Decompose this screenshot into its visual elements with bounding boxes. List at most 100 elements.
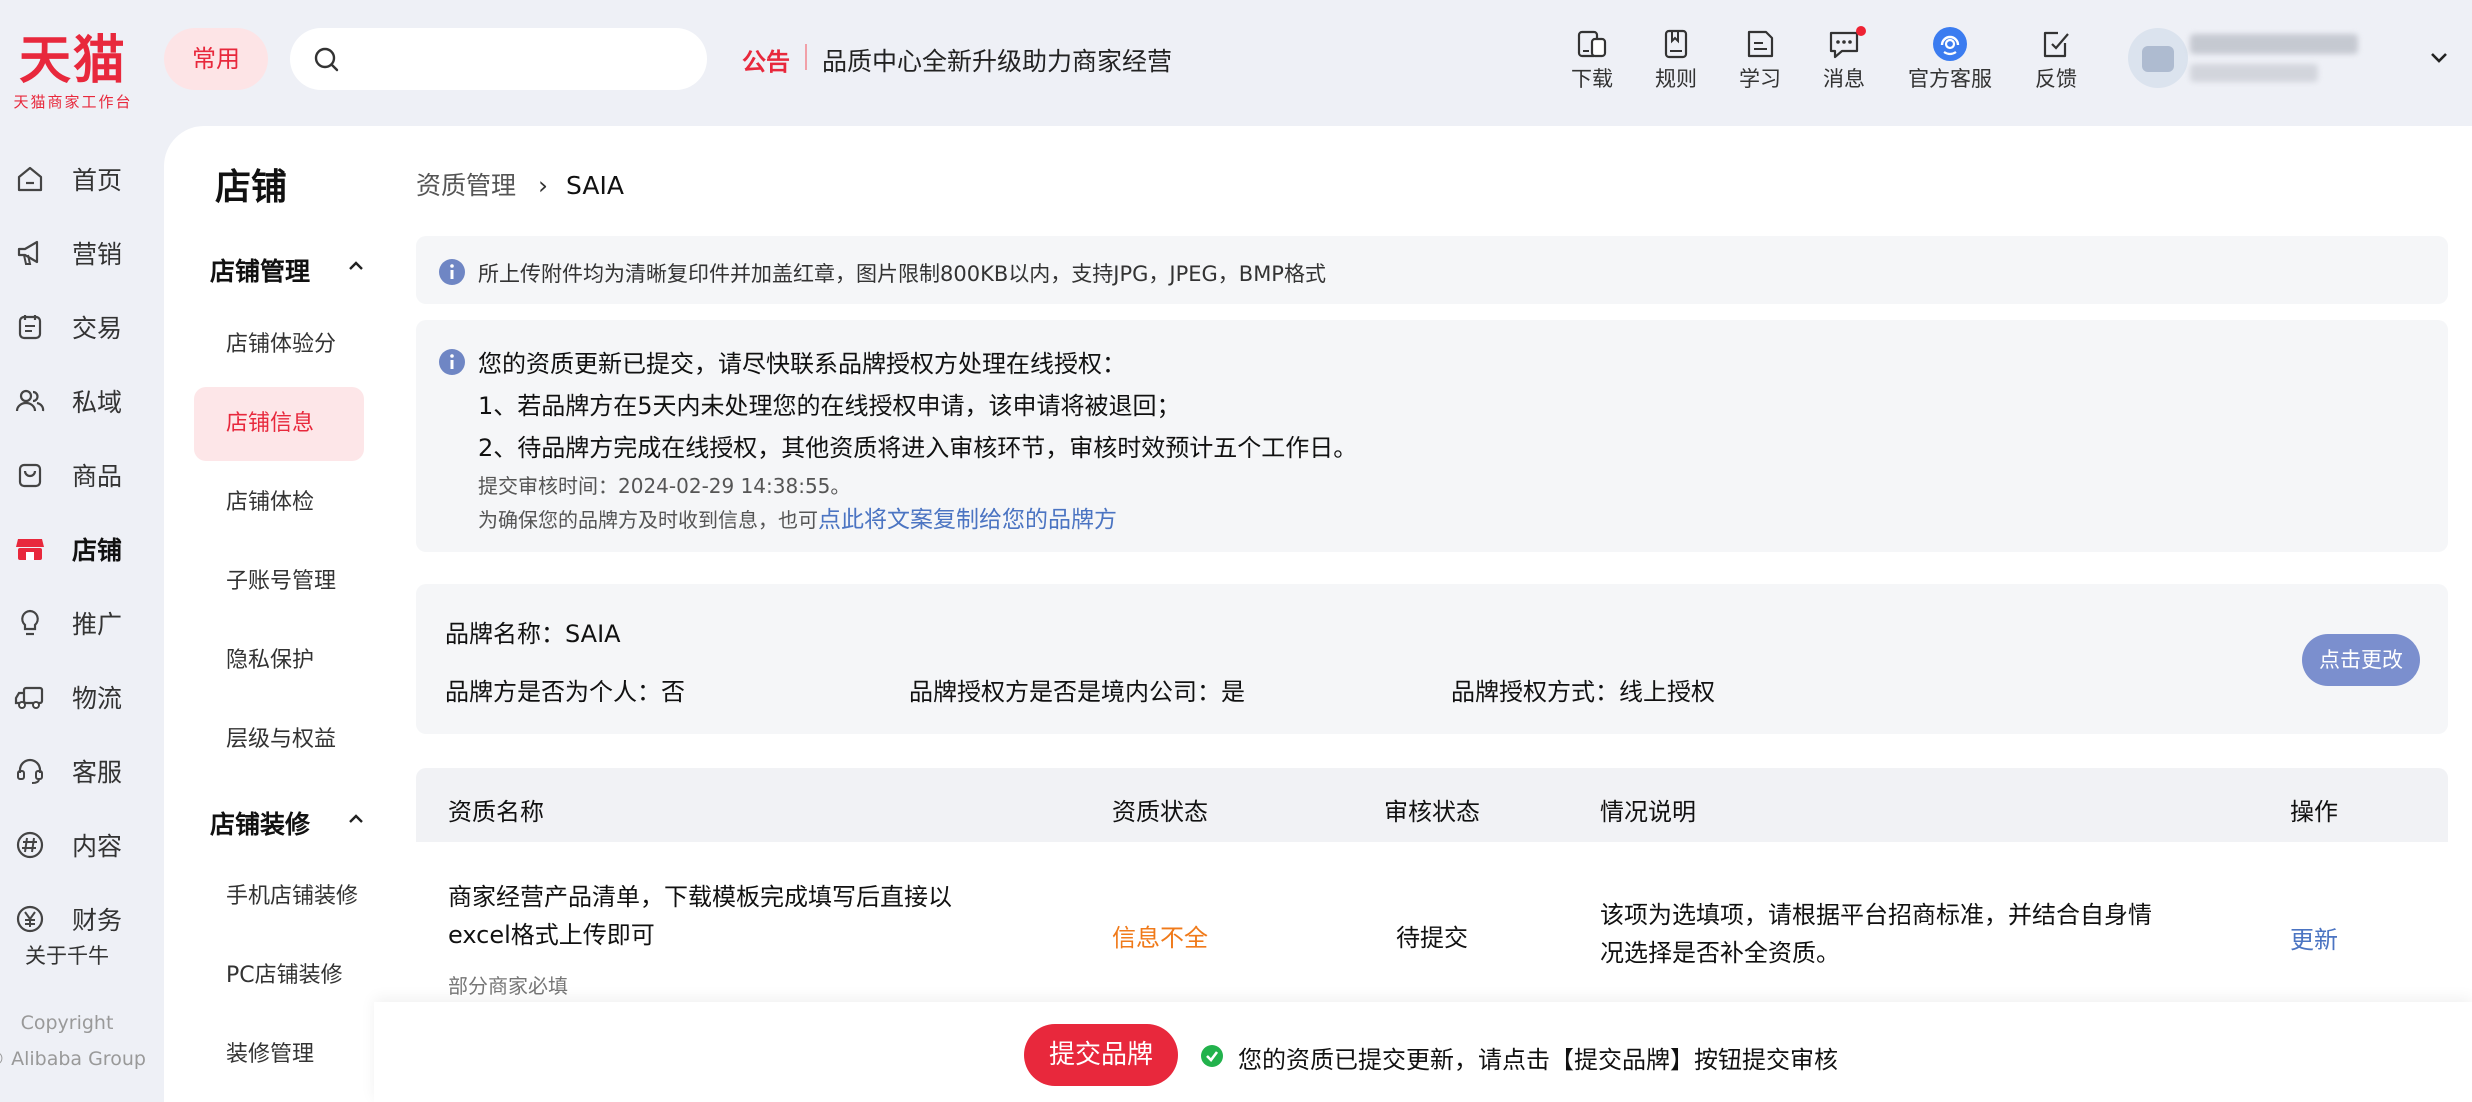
support-icon: [1933, 27, 1967, 61]
success-check-icon: [1201, 1045, 1223, 1067]
tmall-logo[interactable]: 天猫 天猫商家工作台: [6, 30, 140, 112]
tool-support[interactable]: 官方客服: [1904, 22, 1996, 102]
sub-item-privacy[interactable]: 隐私保护: [194, 624, 364, 698]
sub-item-experience-score[interactable]: 店铺体验分: [194, 308, 364, 382]
column-header: 情况说明: [1600, 798, 1696, 826]
brand-is-individual: 品牌方是否为个人：否: [445, 678, 685, 706]
tool-rules[interactable]: 规则: [1652, 22, 1700, 102]
column-header: 资质名称: [448, 798, 544, 826]
update-link[interactable]: 更新: [2290, 920, 2338, 955]
nav-item-home[interactable]: 首页: [0, 142, 164, 216]
group-label: 店铺管理: [210, 257, 311, 286]
tool-label: 消息: [1823, 67, 1865, 91]
nav-label: 商品: [72, 462, 123, 491]
notice-line-1: 1、若品牌方在5天内未处理您的在线授权申请，该申请将被退回；: [478, 392, 1181, 420]
hash-icon: [16, 831, 44, 859]
tool-label: 反馈: [2035, 67, 2077, 91]
notice-text[interactable]: 品质中心全新升级助力商家经营: [822, 42, 1172, 78]
common-button[interactable]: 常用: [164, 28, 268, 90]
nav-label: 客服: [72, 758, 123, 787]
sub-item-levels[interactable]: 层级与权益: [194, 703, 364, 777]
feedback-icon: [2043, 31, 2069, 58]
nav-label: 营销: [72, 240, 123, 269]
nav-label: 内容: [72, 832, 123, 861]
change-brand-button[interactable]: 点击更改: [2302, 634, 2420, 686]
copy-to-brand-link[interactable]: 点此将文案复制给您的品牌方: [818, 507, 1117, 533]
tool-label: 官方客服: [1908, 67, 1992, 91]
breadcrumb: 资质管理 › SAIA: [416, 166, 624, 202]
chevron-up-icon: [349, 261, 363, 270]
nav-label: 店铺: [72, 536, 123, 565]
trade-icon: [18, 315, 42, 340]
store-icon: [16, 539, 44, 560]
tool-learn[interactable]: 学习: [1736, 22, 1784, 102]
notice-heading: 您的资质更新已提交，请尽快联系品牌授权方处理在线授权：: [478, 350, 1126, 378]
nav-item-trade[interactable]: 交易: [0, 290, 164, 364]
nav-item-store[interactable]: 店铺: [0, 512, 164, 586]
nav-item-private[interactable]: 私域: [0, 364, 164, 438]
rules-icon: [1664, 29, 1688, 59]
sub-item-store-info[interactable]: 店铺信息: [194, 387, 364, 461]
nav-item-content[interactable]: 内容: [0, 808, 164, 882]
bag-icon: [18, 463, 42, 488]
situation-description: 该项为选填项，请根据平台招商标准，并结合自身情况选择是否补全资质。: [1600, 901, 2152, 967]
notice-hint: 为确保您的品牌方及时收到信息，也可点此将文案复制给您的品牌方: [478, 500, 1117, 534]
truck-icon: [14, 686, 44, 709]
qualification-status: 信息不全: [1112, 924, 1208, 952]
nav-item-goods[interactable]: 商品: [0, 438, 164, 512]
section-title: 店铺: [215, 167, 288, 208]
group-label: 店铺装修: [210, 810, 311, 839]
sub-item-store-check[interactable]: 店铺体检: [194, 466, 364, 540]
column-header: 操作: [2290, 798, 2338, 826]
group-store-decoration[interactable]: 店铺装修: [210, 805, 370, 841]
bulb-icon: [21, 609, 39, 636]
unread-badge: [1856, 26, 1866, 36]
breadcrumb-parent[interactable]: 资质管理: [416, 171, 516, 200]
avatar[interactable]: [2128, 28, 2188, 88]
megaphone-icon: [17, 240, 39, 265]
sub-item-decoration-manage[interactable]: 装修管理: [194, 1018, 364, 1092]
about-link[interactable]: 关于千牛: [0, 940, 134, 970]
submit-brand-button[interactable]: 提交品牌: [1024, 1024, 1178, 1086]
hint-prefix: 为确保您的品牌方及时收到信息，也可: [478, 508, 818, 532]
search-input[interactable]: [290, 28, 707, 90]
nav-item-marketing[interactable]: 营销: [0, 216, 164, 290]
submission-notice: 您的资质更新已提交，请尽快联系品牌授权方处理在线授权： 1、若品牌方在5天内未处…: [416, 320, 2448, 552]
breadcrumb-separator: ›: [538, 171, 549, 200]
qualification-name: 商家经营产品清单，下载模板完成填写后直接以excel格式上传即可: [448, 883, 952, 949]
user-info-blurred[interactable]: [2190, 28, 2370, 88]
chevron-down-icon[interactable]: [2428, 46, 2450, 68]
upload-tip-text: 所上传附件均为清晰复印件并加盖红章，图片限制800KB以内，支持JPG，JPEG…: [478, 262, 1326, 286]
column-header: 审核状态: [1384, 798, 1480, 826]
people-icon: [15, 389, 45, 412]
review-status: 待提交: [1396, 924, 1468, 952]
notice-label: 公告: [742, 48, 790, 76]
tool-message[interactable]: 消息: [1820, 22, 1868, 102]
logo-title: 天猫: [18, 31, 127, 91]
sub-item-mobile-decoration[interactable]: 手机店铺装修: [194, 860, 364, 934]
breadcrumb-current: SAIA: [566, 171, 624, 200]
nav-label: 交易: [72, 314, 123, 343]
brand-info-card: 品牌名称：SAIA 品牌方是否为个人：否 品牌授权方是否是境内公司：是 品牌授权…: [416, 584, 2448, 734]
info-icon: [439, 349, 465, 375]
sub-item-pc-decoration[interactable]: PC店铺装修: [194, 939, 364, 1013]
copyright-text: Copyright: [20, 1012, 114, 1034]
learn-icon: [1747, 30, 1774, 58]
home-icon: [17, 166, 43, 192]
nav-item-service[interactable]: 客服: [0, 734, 164, 808]
group-store-management[interactable]: 店铺管理: [210, 252, 370, 288]
headset-icon: [17, 758, 43, 784]
chevron-up-icon: [349, 814, 363, 823]
column-header: 资质状态: [1112, 798, 1208, 826]
sub-item-sub-accounts[interactable]: 子账号管理: [194, 545, 364, 619]
yen-icon: [16, 905, 44, 933]
nav-label: 私域: [72, 388, 123, 417]
brand-name: 品牌名称：SAIA: [445, 620, 621, 648]
nav-item-promote[interactable]: 推广: [0, 586, 164, 660]
tool-feedback[interactable]: 反馈: [2032, 22, 2080, 102]
brand-is-domestic: 品牌授权方是否是境内公司：是: [909, 678, 1245, 706]
nav-item-logistics[interactable]: 物流: [0, 660, 164, 734]
notice-line-2: 2、待品牌方完成在线授权，其他资质将进入审核环节，审核时效预计五个工作日。: [478, 434, 1358, 462]
tool-download[interactable]: 下载: [1568, 22, 1616, 102]
tool-label: 下载: [1571, 67, 1613, 91]
